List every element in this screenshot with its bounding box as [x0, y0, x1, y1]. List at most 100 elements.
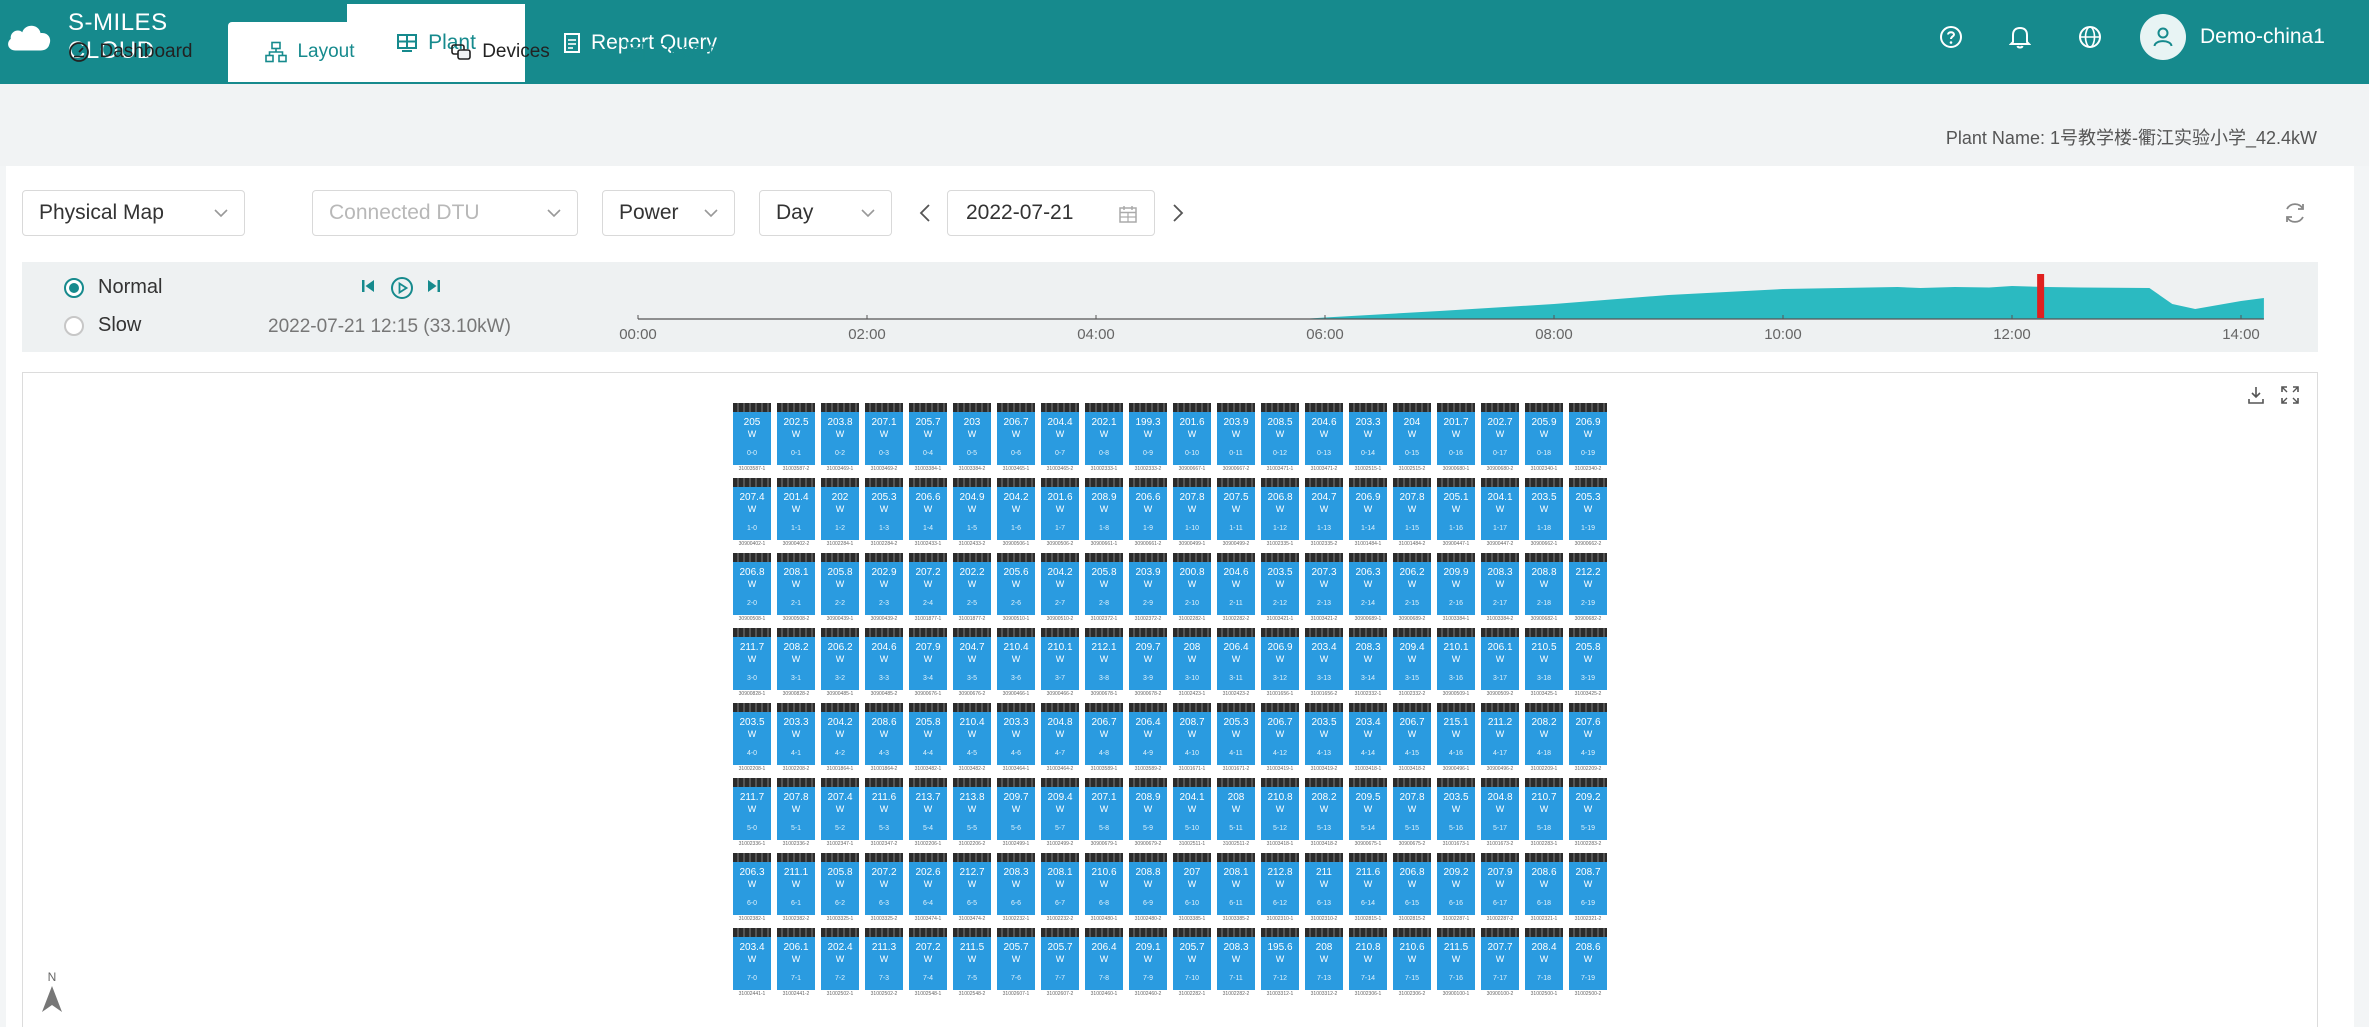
solar-panel[interactable]: 207.2 W 6-3 [865, 853, 903, 915]
solar-panel[interactable]: 208 W 5-11 [1217, 778, 1255, 840]
solar-panel[interactable]: 204.7 W 3-5 [953, 628, 991, 690]
solar-panel[interactable]: 208.9 W 5-9 [1129, 778, 1167, 840]
solar-panel[interactable]: 210.4 W 3-6 [997, 628, 1035, 690]
solar-panel[interactable]: 202.9 W 2-3 [865, 553, 903, 615]
solar-panel[interactable]: 211 W 6-13 [1305, 853, 1343, 915]
solar-panel[interactable]: 211.6 W 6-14 [1349, 853, 1387, 915]
solar-panel[interactable]: 208.7 W 6-19 [1569, 853, 1607, 915]
solar-panel[interactable]: 201.7 W 0-16 [1437, 403, 1475, 465]
solar-panel[interactable]: 206.2 W 3-2 [821, 628, 859, 690]
solar-panel[interactable]: 207.4 W 5-2 [821, 778, 859, 840]
skip-end-icon[interactable] [424, 276, 444, 301]
solar-panel[interactable]: 210.6 W 6-8 [1085, 853, 1123, 915]
solar-panel[interactable]: 213.8 W 5-5 [953, 778, 991, 840]
solar-panel[interactable]: 205.3 W 1-3 [865, 478, 903, 540]
solar-panel[interactable]: 204.1 W 5-10 [1173, 778, 1211, 840]
solar-panel[interactable]: 207.1 W 0-3 [865, 403, 903, 465]
solar-panel[interactable]: 205.3 W 1-19 [1569, 478, 1607, 540]
tab-report[interactable]: Report [600, 22, 740, 82]
solar-panel[interactable]: 210.4 W 4-5 [953, 703, 991, 765]
refresh-icon[interactable] [2282, 200, 2308, 231]
solar-panel[interactable]: 206.8 W 6-15 [1393, 853, 1431, 915]
solar-panel[interactable]: 205.1 W 1-16 [1437, 478, 1475, 540]
solar-panel[interactable]: 204.9 W 1-5 [953, 478, 991, 540]
solar-panel[interactable]: 207.8 W 5-15 [1393, 778, 1431, 840]
solar-panel[interactable]: 207.8 W 1-15 [1393, 478, 1431, 540]
solar-panel[interactable]: 207.7 W 7-17 [1481, 928, 1519, 990]
solar-panel[interactable]: 209.7 W 3-9 [1129, 628, 1167, 690]
solar-panel[interactable]: 209.4 W 5-7 [1041, 778, 1079, 840]
solar-panel[interactable]: 208.3 W 3-14 [1349, 628, 1387, 690]
solar-panel[interactable]: 208.1 W 2-1 [777, 553, 815, 615]
date-picker[interactable]: 2022-07-21 [947, 190, 1155, 236]
solar-panel[interactable]: 203.5 W 4-0 [733, 703, 771, 765]
solar-panel[interactable]: 206.2 W 2-15 [1393, 553, 1431, 615]
solar-panel[interactable]: 210.8 W 5-12 [1261, 778, 1299, 840]
solar-panel[interactable]: 206.6 W 1-9 [1129, 478, 1167, 540]
solar-panel[interactable]: 213.7 W 5-4 [909, 778, 947, 840]
solar-panel[interactable]: 203 W 0-5 [953, 403, 991, 465]
solar-panel[interactable]: 205.8 W 2-8 [1085, 553, 1123, 615]
prev-date-button[interactable] [913, 200, 937, 226]
solar-panel[interactable]: 209.5 W 5-14 [1349, 778, 1387, 840]
solar-panel[interactable]: 207.9 W 6-17 [1481, 853, 1519, 915]
download-icon[interactable] [2246, 385, 2266, 410]
solar-panel[interactable]: 208.3 W 7-11 [1217, 928, 1255, 990]
solar-panel[interactable]: 204.2 W 1-6 [997, 478, 1035, 540]
solar-panel[interactable]: 208.4 W 7-18 [1525, 928, 1563, 990]
solar-panel[interactable]: 209.7 W 5-6 [997, 778, 1035, 840]
solar-panel[interactable]: 215.1 W 4-16 [1437, 703, 1475, 765]
solar-panel[interactable]: 206.7 W 4-12 [1261, 703, 1299, 765]
solar-panel[interactable]: 206.9 W 1-14 [1349, 478, 1387, 540]
solar-panel[interactable]: 202 W 1-2 [821, 478, 859, 540]
solar-panel[interactable]: 205.6 W 2-6 [997, 553, 1035, 615]
solar-panel[interactable]: 208.7 W 4-10 [1173, 703, 1211, 765]
solar-panel[interactable]: 205.3 W 4-11 [1217, 703, 1255, 765]
solar-panel[interactable]: 212.7 W 6-5 [953, 853, 991, 915]
solar-panel[interactable]: 203.5 W 4-13 [1305, 703, 1343, 765]
globe-icon[interactable] [2075, 22, 2105, 52]
solar-panel[interactable]: 204.7 W 1-13 [1305, 478, 1343, 540]
solar-panel[interactable]: 207 W 6-10 [1173, 853, 1211, 915]
solar-panel[interactable]: 205.8 W 3-19 [1569, 628, 1607, 690]
solar-panel[interactable]: 206.7 W 0-6 [997, 403, 1035, 465]
solar-panel[interactable]: 205.7 W 7-10 [1173, 928, 1211, 990]
solar-panel[interactable]: 204.8 W 5-17 [1481, 778, 1519, 840]
solar-panel[interactable]: 207.1 W 5-8 [1085, 778, 1123, 840]
solar-panel[interactable]: 209.2 W 6-16 [1437, 853, 1475, 915]
solar-panel[interactable]: 201.6 W 1-7 [1041, 478, 1079, 540]
solar-panel[interactable]: 206.7 W 4-8 [1085, 703, 1123, 765]
solar-panel[interactable]: 202.7 W 0-17 [1481, 403, 1519, 465]
solar-panel[interactable]: 201.6 W 0-10 [1173, 403, 1211, 465]
solar-panel[interactable]: 207.2 W 7-4 [909, 928, 947, 990]
solar-panel[interactable]: 204.8 W 4-7 [1041, 703, 1079, 765]
solar-panel[interactable]: 209.1 W 7-9 [1129, 928, 1167, 990]
solar-panel[interactable]: 207.8 W 1-10 [1173, 478, 1211, 540]
solar-panel[interactable]: 208.6 W 6-18 [1525, 853, 1563, 915]
solar-panel[interactable]: 212.8 W 6-12 [1261, 853, 1299, 915]
tab-layout[interactable]: Layout [228, 22, 392, 82]
solar-panel[interactable]: 203.4 W 4-14 [1349, 703, 1387, 765]
solar-panel[interactable]: 206.9 W 3-12 [1261, 628, 1299, 690]
solar-panel[interactable]: 208.1 W 6-7 [1041, 853, 1079, 915]
tab-dashboard[interactable]: Dashboard [40, 22, 220, 82]
solar-panel[interactable]: 209.2 W 5-19 [1569, 778, 1607, 840]
solar-panel[interactable]: 208.3 W 6-6 [997, 853, 1035, 915]
solar-panel[interactable]: 208.5 W 0-12 [1261, 403, 1299, 465]
solar-panel[interactable]: 202.1 W 0-8 [1085, 403, 1123, 465]
speed-normal-radio[interactable]: Normal [64, 276, 162, 299]
solar-panel[interactable]: 209.9 W 2-16 [1437, 553, 1475, 615]
solar-panel[interactable]: 204 W 0-15 [1393, 403, 1431, 465]
solar-panel[interactable]: 207.4 W 1-0 [733, 478, 771, 540]
solar-panel[interactable]: 199.3 W 0-9 [1129, 403, 1167, 465]
play-icon[interactable] [390, 276, 414, 305]
solar-panel[interactable]: 206.3 W 2-14 [1349, 553, 1387, 615]
bell-icon[interactable] [2005, 22, 2035, 52]
solar-panel[interactable]: 205 W 0-0 [733, 403, 771, 465]
skip-start-icon[interactable] [358, 276, 378, 301]
solar-panel[interactable]: 207.5 W 1-11 [1217, 478, 1255, 540]
solar-panel[interactable]: 208.2 W 4-18 [1525, 703, 1563, 765]
solar-panel[interactable]: 203.5 W 1-18 [1525, 478, 1563, 540]
dtu-select[interactable]: Connected DTU [312, 190, 578, 236]
solar-panel[interactable]: 205.8 W 4-4 [909, 703, 947, 765]
